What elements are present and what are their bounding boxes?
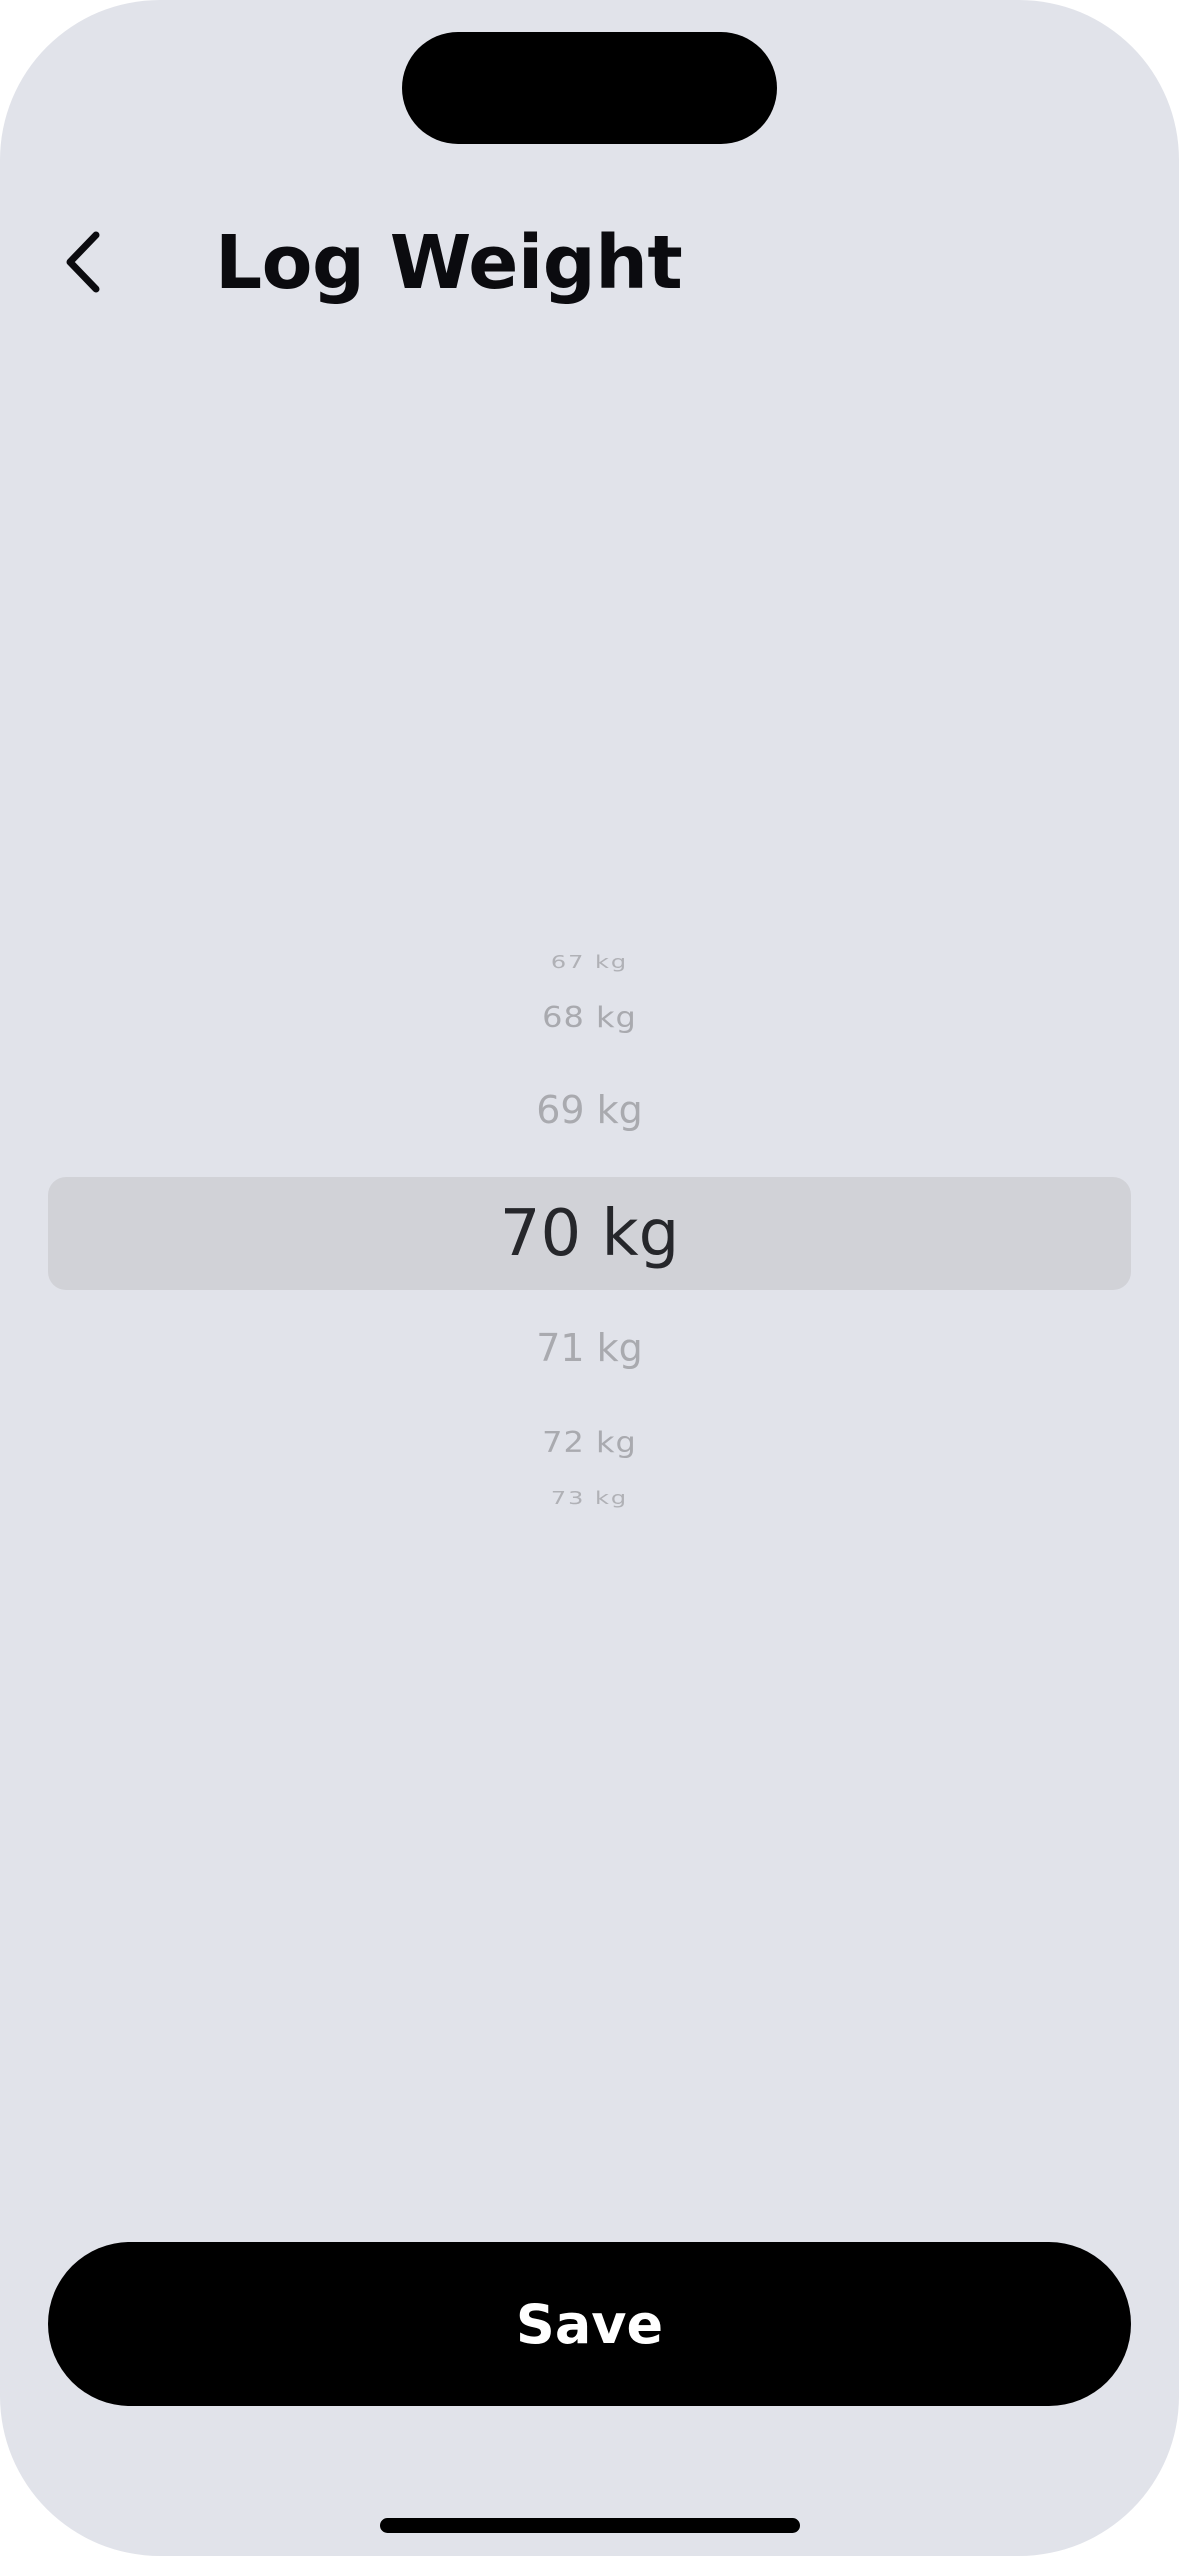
phone-screen: Log Weight 67 kg 68 kg 69 kg 70 kg 71 kg… xyxy=(0,0,1179,2556)
save-button[interactable]: Save xyxy=(48,2242,1131,2406)
page-title: Log Weight xyxy=(215,220,683,306)
picker-item[interactable]: 73 kg xyxy=(0,1487,1179,1510)
home-indicator[interactable] xyxy=(380,2518,800,2533)
dynamic-island xyxy=(402,32,777,144)
picker-item[interactable]: 68 kg xyxy=(0,999,1179,1035)
header: Log Weight xyxy=(0,200,1179,330)
chevron-left-icon xyxy=(66,231,100,293)
picker-item[interactable]: 71 kg xyxy=(0,1325,1179,1371)
picker-item[interactable]: 72 kg xyxy=(0,1424,1179,1460)
weight-picker[interactable]: 67 kg 68 kg 69 kg 70 kg 71 kg 72 kg 73 k… xyxy=(0,930,1179,1530)
picker-item[interactable]: 67 kg xyxy=(0,951,1179,974)
picker-item[interactable]: 69 kg xyxy=(0,1087,1179,1133)
back-button[interactable] xyxy=(44,220,128,304)
picker-item-selected[interactable]: 70 kg xyxy=(0,1195,1179,1273)
